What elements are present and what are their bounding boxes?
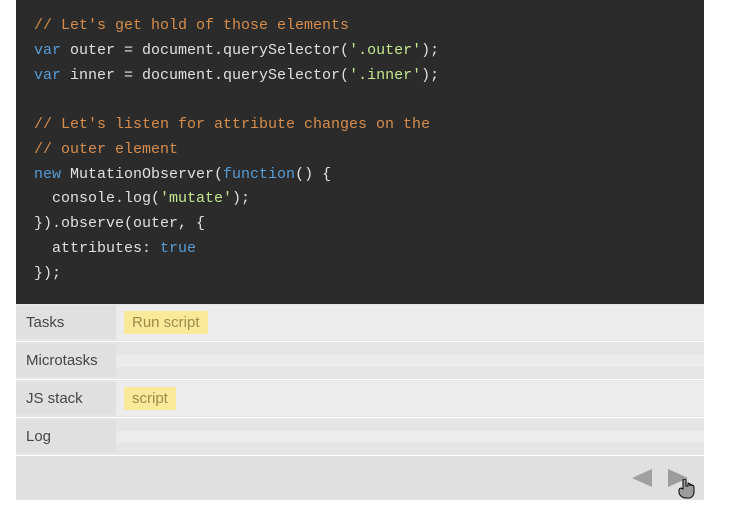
code-block: // Let's get hold of those elementsvar o… (16, 0, 704, 304)
code-line: var inner = document.querySelector('.inn… (34, 64, 686, 89)
arrow-left-icon (628, 467, 654, 489)
code-line: attributes: true (34, 237, 686, 262)
code-line: }); (34, 262, 686, 287)
log-label: Log (16, 420, 116, 453)
code-line (34, 88, 686, 113)
tasks-body: Run script (116, 305, 704, 340)
microtasks-label: Microtasks (16, 344, 116, 377)
log-body (116, 431, 704, 443)
jsstack-body: script (116, 381, 704, 416)
tasks-label: Tasks (16, 306, 116, 339)
queue-tag: script (124, 387, 176, 410)
footer-controls (16, 456, 704, 500)
code-line: // Let's listen for attribute changes on… (34, 113, 686, 138)
jsstack-label: JS stack (16, 382, 116, 415)
microtasks-body (116, 355, 704, 367)
microtasks-row: Microtasks (16, 342, 704, 380)
demo-panel: // Let's get hold of those elementsvar o… (0, 0, 704, 500)
code-line: }).observe(outer, { (34, 212, 686, 237)
queue-tag: Run script (124, 311, 208, 334)
jsstack-row: JS stack script (16, 380, 704, 418)
arrow-right-icon (666, 467, 692, 489)
log-row: Log (16, 418, 704, 456)
next-step-button[interactable] (664, 463, 694, 493)
code-line: // Let's get hold of those elements (34, 14, 686, 39)
code-line: new MutationObserver(function() { (34, 163, 686, 188)
tasks-row: Tasks Run script (16, 304, 704, 342)
code-line: console.log('mutate'); (34, 187, 686, 212)
prev-step-button[interactable] (626, 463, 656, 493)
state-rows: Tasks Run script Microtasks JS stack scr… (16, 304, 704, 456)
code-line: var outer = document.querySelector('.out… (34, 39, 686, 64)
code-line: // outer element (34, 138, 686, 163)
